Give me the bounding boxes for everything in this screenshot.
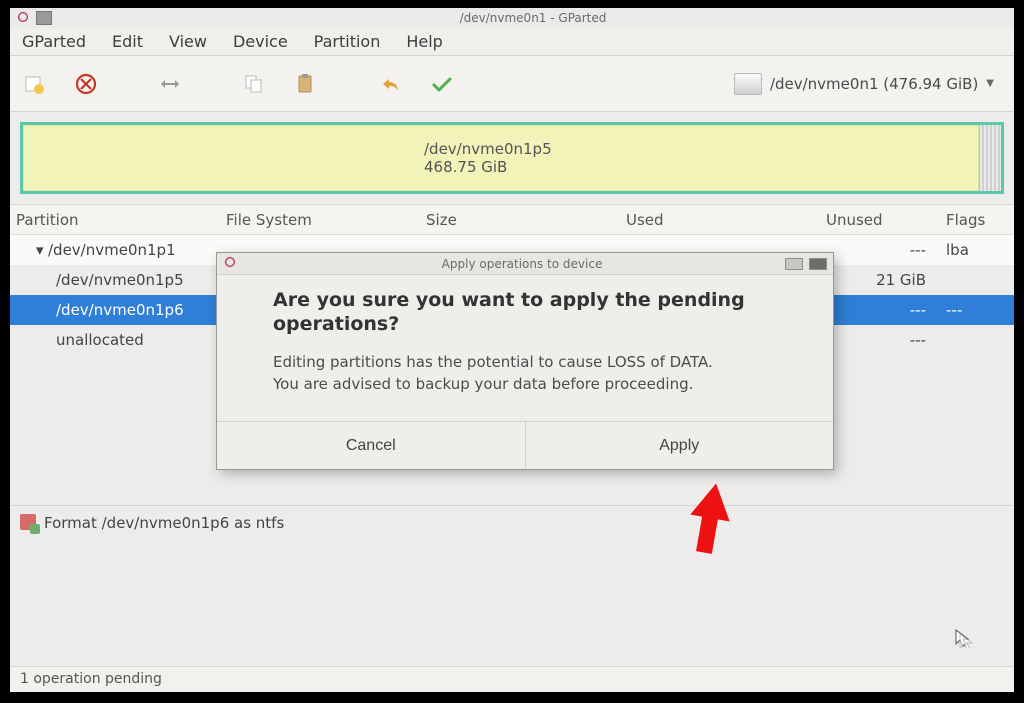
window-maximize-icon[interactable] — [809, 258, 827, 270]
menu-edit[interactable]: Edit — [112, 32, 143, 51]
copy-icon[interactable] — [242, 72, 266, 96]
menu-gparted[interactable]: GParted — [22, 32, 86, 51]
menu-device[interactable]: Device — [233, 32, 288, 51]
partition-segment-tail[interactable] — [979, 125, 1001, 191]
apply-button[interactable]: Apply — [526, 422, 834, 469]
cell-unused: --- — [826, 241, 946, 259]
statusbar-text: 1 operation pending — [20, 671, 162, 687]
debian-logo-icon — [223, 255, 237, 272]
cell-partition: /dev/nvme0n1p5 — [16, 271, 226, 289]
chevron-down-icon: ▼ — [986, 78, 994, 89]
apply-icon[interactable] — [430, 72, 454, 96]
tree-expander-icon[interactable]: ▾ — [36, 241, 48, 259]
col-size[interactable]: Size — [426, 211, 626, 229]
statusbar: 1 operation pending — [10, 666, 1014, 692]
dialog-title: Apply operations to device — [265, 257, 779, 271]
window-minimize-icon[interactable] — [785, 258, 803, 270]
disk-icon — [734, 73, 762, 95]
paste-icon[interactable] — [294, 72, 318, 96]
terminal-icon — [243, 258, 259, 270]
col-unused[interactable]: Unused — [826, 211, 946, 229]
col-used[interactable]: Used — [626, 211, 826, 229]
window-titlebar: /dev/nvme0n1 - GParted — [10, 8, 1014, 28]
window-title: /dev/nvme0n1 - GParted — [58, 11, 1008, 25]
partition-segment-nvme0n1p5[interactable]: /dev/nvme0n1p5 468.75 GiB — [23, 125, 979, 191]
cell-partition: /dev/nvme0n1p1 — [48, 241, 176, 259]
pending-operation-line: Format /dev/nvme0n1p6 as ntfs — [44, 514, 284, 532]
dialog-titlebar[interactable]: Apply operations to device — [217, 253, 833, 275]
dialog-buttons: Cancel Apply — [217, 421, 833, 469]
cell-flags: --- — [946, 301, 1008, 319]
new-partition-icon[interactable] — [22, 72, 46, 96]
table-header: Partition File System Size Used Unused F… — [10, 205, 1014, 235]
gparted-window: /dev/nvme0n1 - GParted GParted Edit View… — [10, 8, 1014, 692]
debian-logo-icon — [16, 10, 30, 27]
dialog-question: Are you sure you want to apply the pendi… — [273, 289, 793, 337]
cell-flags: lba — [946, 241, 1008, 259]
terminal-icon — [36, 11, 52, 25]
mouse-cursor-icon — [954, 628, 974, 648]
toolbar: /dev/nvme0n1 (476.94 GiB) ▼ — [10, 56, 1014, 112]
pending-operations: Format /dev/nvme0n1p6 as ntfs — [10, 505, 1014, 605]
resize-move-icon[interactable] — [158, 72, 182, 96]
device-selector-label: /dev/nvme0n1 (476.94 GiB) — [770, 75, 978, 93]
cell-size: --- — [826, 301, 946, 319]
cell-size: --- — [826, 331, 946, 349]
menubar: GParted Edit View Device Partition Help — [10, 28, 1014, 56]
partition-segment-size: 468.75 GiB — [424, 158, 978, 176]
menu-help[interactable]: Help — [406, 32, 442, 51]
menu-view[interactable]: View — [169, 32, 207, 51]
cell-size: 21 GiB — [826, 271, 946, 289]
partition-graphic: /dev/nvme0n1p5 468.75 GiB — [10, 112, 1014, 204]
device-selector[interactable]: /dev/nvme0n1 (476.94 GiB) ▼ — [726, 69, 1002, 99]
menu-partition[interactable]: Partition — [314, 32, 381, 51]
dialog-message-line: Editing partitions has the potential to … — [273, 351, 793, 374]
apply-confirmation-dialog: Apply operations to device Are you sure … — [216, 252, 834, 470]
partition-segment-label: /dev/nvme0n1p5 — [424, 140, 978, 158]
delete-partition-icon[interactable] — [74, 72, 98, 96]
col-flags[interactable]: Flags — [946, 211, 1008, 229]
cell-partition: /dev/nvme0n1p6 — [16, 301, 226, 319]
format-operation-icon — [20, 514, 36, 530]
col-partition[interactable]: Partition — [16, 211, 226, 229]
undo-icon[interactable] — [378, 72, 402, 96]
cancel-button[interactable]: Cancel — [217, 422, 526, 469]
col-filesystem[interactable]: File System — [226, 211, 426, 229]
cell-partition: unallocated — [16, 331, 226, 349]
dialog-message-line: You are advised to backup your data befo… — [273, 373, 793, 396]
dialog-body: Are you sure you want to apply the pendi… — [217, 275, 833, 421]
